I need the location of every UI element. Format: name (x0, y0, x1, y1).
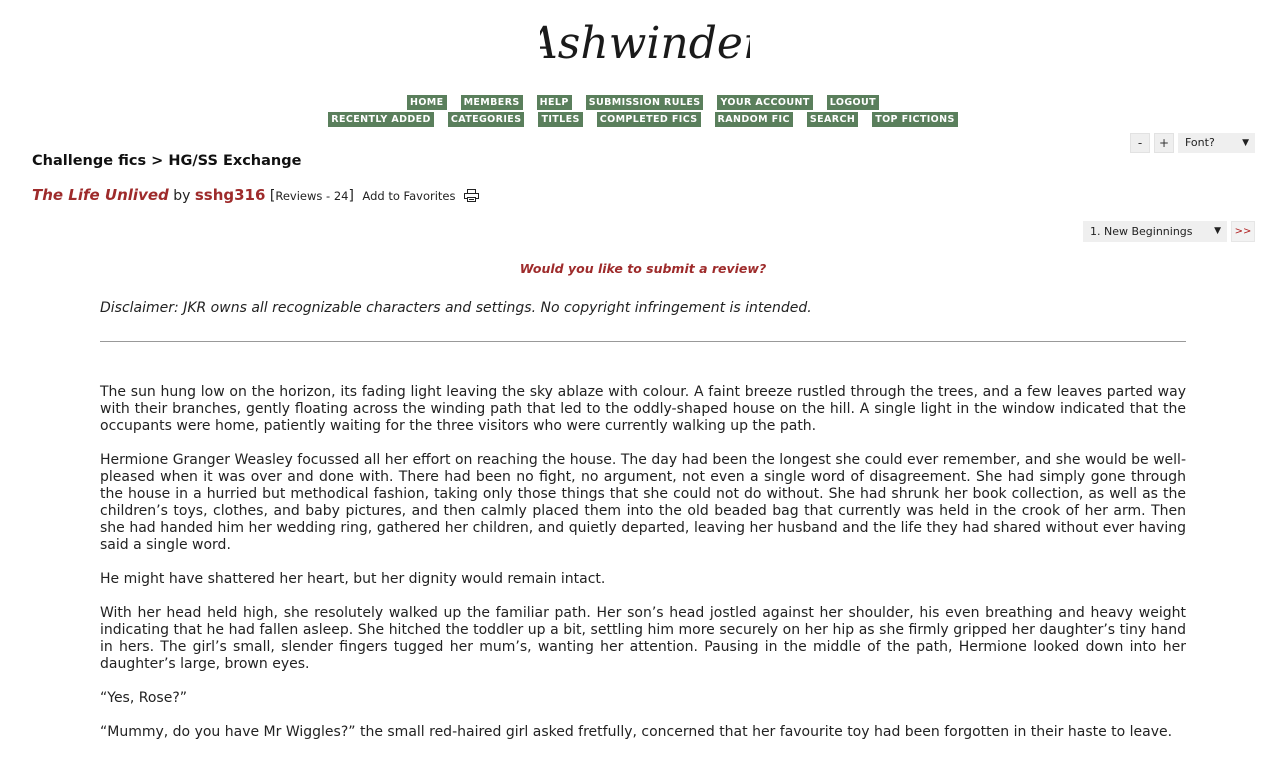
add-to-favorites-link[interactable]: Add to Favorites (362, 189, 455, 203)
reviews-bracket-close: ] (348, 188, 354, 204)
nav-home[interactable]: HOME (406, 95, 447, 110)
story-text: The sun hung low on the horizon, its fad… (100, 384, 1186, 758)
story-paragraph: “Mummy, do you have Mr Wiggles?” the sma… (100, 724, 1173, 740)
story-paragraph: With her head held high, she resolutely … (100, 605, 1186, 672)
font-select-value: Font? (1185, 136, 1215, 149)
logo-text: Ashwinder (540, 18, 750, 69)
site-logo[interactable]: Ashwinder (522, 6, 767, 72)
chapter-navigation: 1. New Beginnings ▼ >> (1083, 221, 1255, 242)
nav-completed-fics[interactable]: COMPLETED FICS (596, 112, 701, 127)
divider (100, 341, 1186, 342)
story-title-link[interactable]: The Life Unlived (32, 186, 169, 204)
nav-categories[interactable]: CATEGORIES (447, 112, 525, 127)
nav-your-account[interactable]: YOUR ACCOUNT (717, 95, 813, 110)
chevron-down-icon: ▼ (1214, 226, 1221, 236)
chevron-down-icon: ▼ (1242, 138, 1249, 148)
by-label: by (173, 188, 191, 204)
breadcrumb: Challenge fics > HG/SS Exchange (32, 153, 302, 169)
nav-logout[interactable]: LOGOUT (826, 95, 879, 110)
font-tools: - + Font? ▼ (1130, 133, 1255, 153)
main-nav-row-1: HOME MEMBERS HELP SUBMISSION RULES YOUR ACCO… (0, 95, 1286, 110)
next-chapter-button[interactable]: >> (1231, 221, 1255, 242)
disclaimer: Disclaimer: JKR owns all recognizable ch… (100, 300, 812, 316)
story-paragraph: “Yes, Rose?” (100, 690, 188, 706)
font-increase-button[interactable]: + (1154, 133, 1174, 153)
nav-members[interactable]: MEMBERS (460, 95, 523, 110)
story-header: The Life Unlived by sshg316 [Reviews - 2… (32, 186, 479, 206)
nav-top-fictions[interactable]: TOP FICTIONS (872, 112, 958, 127)
nav-help[interactable]: HELP (536, 95, 572, 110)
story-paragraph: The sun hung low on the horizon, its fad… (100, 384, 1186, 434)
story-paragraph: He might have shattered her heart, but h… (100, 571, 606, 587)
reviews-link[interactable]: Reviews - 24 (275, 189, 348, 203)
chapter-select[interactable]: 1. New Beginnings ▼ (1083, 221, 1227, 242)
story-paragraph: Hermione Granger Weasley focussed all he… (100, 452, 1186, 553)
nav-submission-rules[interactable]: SUBMISSION RULES (585, 95, 704, 110)
font-select[interactable]: Font? ▼ (1178, 133, 1255, 153)
author-link[interactable]: sshg316 (195, 186, 266, 204)
font-decrease-button[interactable]: - (1130, 133, 1150, 153)
chapter-select-value: 1. New Beginnings (1090, 225, 1193, 238)
nav-recently-added[interactable]: RECENTLY ADDED (328, 112, 434, 127)
nav-search[interactable]: SEARCH (806, 112, 859, 127)
main-nav-row-2: RECENTLY ADDED CATEGORIES TITLES COMPLETED … (0, 112, 1286, 127)
printer-icon[interactable] (463, 189, 479, 206)
submit-review-link[interactable]: Would you like to submit a review? (0, 261, 1286, 276)
logo-script: Ashwinder (522, 18, 767, 69)
nav-random-fic[interactable]: RANDOM FIC (714, 112, 793, 127)
nav-titles[interactable]: TITLES (538, 112, 583, 127)
